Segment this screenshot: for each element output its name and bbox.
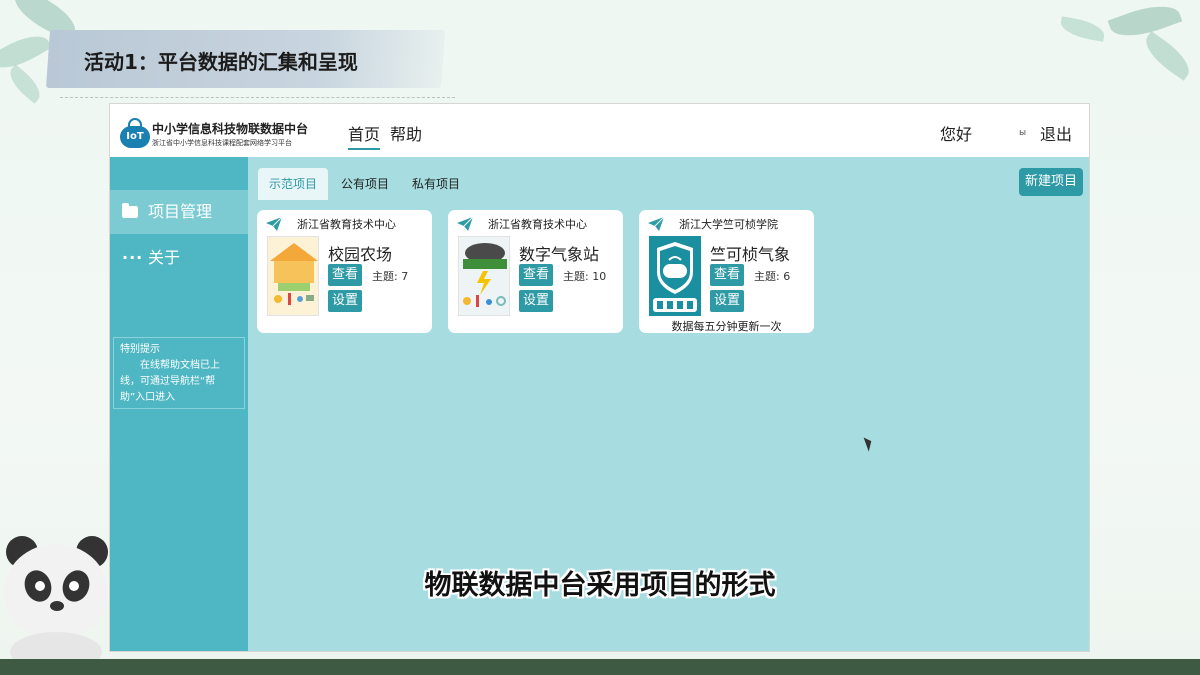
brand-name: 中小学信息科技物联数据中台 xyxy=(152,122,309,136)
paper-plane-icon xyxy=(648,216,665,231)
view-button[interactable]: 查看 xyxy=(519,264,553,286)
bottom-bar xyxy=(0,659,1200,675)
folder-icon xyxy=(122,203,138,218)
project-card-digital-weather-station[interactable]: 浙江省教育技术中心 数字气象站 查看 主题: 10 设置 xyxy=(448,210,623,333)
card-project-name: 数字气象站 xyxy=(519,245,600,264)
tab-public-projects[interactable]: 公有项目 xyxy=(341,168,389,200)
tab-demo-projects[interactable]: 示范项目 xyxy=(258,168,329,200)
card-org: 浙江省教育技术中心 xyxy=(488,218,587,231)
decorative-leaf xyxy=(1138,31,1197,81)
slide-title: 活动1：平台数据的汇集和呈现 xyxy=(84,50,358,74)
card-project-name: 竺可桢气象 xyxy=(710,245,791,264)
title-divider xyxy=(60,97,455,98)
card-project-name: 校园农场 xyxy=(328,245,393,264)
project-card-campus-farm[interactable]: 浙江省教育技术中心 校园农场 查看 主题: 7 设置 xyxy=(257,210,432,333)
decorative-leaf xyxy=(0,26,52,78)
card-org: 浙江省教育技术中心 xyxy=(297,218,396,231)
settings-button[interactable]: 设置 xyxy=(710,290,744,312)
paper-plane-icon xyxy=(457,216,474,231)
notice-body: 在线帮助文档已上线，可通过导航栏“帮助”入口进入 xyxy=(120,360,220,403)
topic-count: 主题: 7 xyxy=(372,270,409,283)
video-subtitle: 物联数据中台采用项目的形式 xyxy=(424,570,776,601)
iot-shield-thumbnail-icon xyxy=(649,236,701,316)
iot-logo-icon: IoT xyxy=(120,118,150,148)
decorative-leaf xyxy=(3,64,47,104)
settings-button[interactable]: 设置 xyxy=(519,290,553,312)
user-greeting: 您好 xyxy=(940,125,973,144)
nav-home-link[interactable]: 首页 xyxy=(348,121,380,145)
top-bar: IoT 中小学信息科技物联数据中台 浙江省中小学信息科技课程配套网络学习平台 首… xyxy=(110,104,1089,157)
sidebar-item-project-management[interactable]: 项目管理 xyxy=(110,190,248,234)
notice-title: 特别提示 xyxy=(120,344,160,355)
paper-plane-icon xyxy=(266,216,283,231)
nav-help-link[interactable]: 帮助 xyxy=(390,121,422,145)
tab-private-projects[interactable]: 私有项目 xyxy=(412,168,460,200)
new-project-button[interactable]: 新建项目 xyxy=(1019,168,1083,196)
topic-count: 主题: 6 xyxy=(754,270,791,283)
logout-link[interactable]: 退出 xyxy=(1040,121,1072,145)
sidebar-item-about[interactable]: ··· 关于 xyxy=(110,236,248,280)
weather-station-thumbnail-icon xyxy=(458,236,510,316)
campus-farm-thumbnail-icon xyxy=(267,236,319,316)
decorative-leaf xyxy=(1058,16,1107,42)
update-note: 数据每五分钟更新一次 xyxy=(671,320,782,333)
view-button[interactable]: 查看 xyxy=(328,264,362,286)
decorative-leaf xyxy=(1107,0,1183,46)
brand-tagline: 浙江省中小学信息科技课程配套网络学习平台 xyxy=(152,139,292,147)
topic-count: 主题: 10 xyxy=(563,270,607,283)
more-icon: ··· xyxy=(122,248,144,267)
special-notice: 特别提示 在线帮助文档已上线，可通过导航栏“帮助”入口进入 xyxy=(113,337,245,409)
view-button[interactable]: 查看 xyxy=(710,264,744,286)
card-org: 浙江大学竺可桢学院 xyxy=(679,218,778,231)
nav-active-indicator xyxy=(348,148,380,150)
project-card-zhukezhen-weather[interactable]: 浙江大学竺可桢学院 竺可桢气象 查看 主题: 6 设置 数据每五分钟更新一次 xyxy=(639,210,814,333)
user-icon: ы xyxy=(1019,128,1027,138)
settings-button[interactable]: 设置 xyxy=(328,290,362,312)
